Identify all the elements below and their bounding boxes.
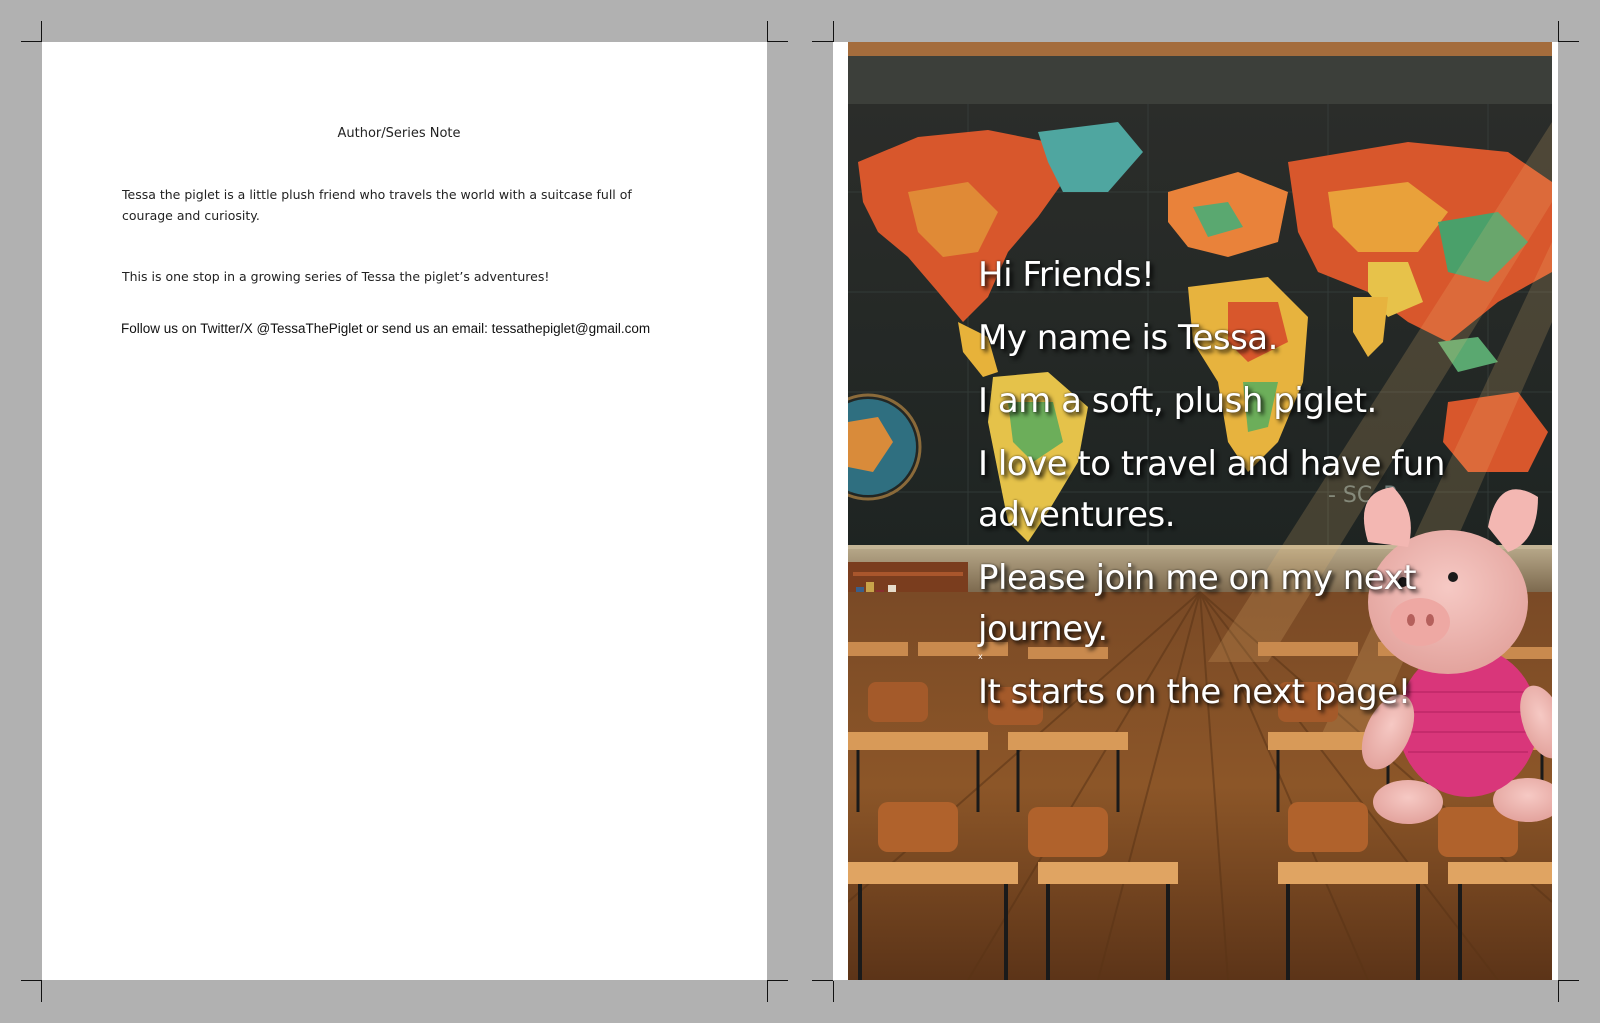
story-line-travel: I love to travel and have fun adventures…	[978, 444, 1445, 535]
crop-mark	[41, 981, 42, 1002]
crop-mark	[833, 981, 834, 1002]
crop-mark	[833, 21, 834, 42]
left-page: Author/Series Note Tessa the piglet is a…	[42, 42, 767, 980]
story-line-name: My name is Tessa.	[978, 318, 1278, 358]
crop-mark	[812, 980, 833, 981]
story-line-description: I am a soft, plush piglet.	[978, 381, 1377, 421]
crop-mark	[767, 41, 788, 42]
crop-mark	[1558, 41, 1579, 42]
series-description: Tessa the piglet is a little plush frien…	[122, 187, 632, 223]
story-line-next-page: It starts on the next page!	[978, 672, 1411, 712]
author-note-heading: Author/Series Note	[337, 126, 461, 141]
crop-mark	[1558, 980, 1579, 981]
book-spread: Author/Series Note Tessa the piglet is a…	[0, 0, 1600, 1023]
story-line-greeting: Hi Friends!	[978, 255, 1155, 295]
crop-mark	[21, 41, 42, 42]
crop-mark	[767, 980, 788, 981]
crop-mark	[41, 21, 42, 42]
crop-mark	[21, 980, 42, 981]
crop-mark	[767, 21, 768, 42]
series-note: This is one stop in a growing series of …	[122, 269, 550, 284]
story-text: Hi Friends! My name is Tessa. I am a sof…	[978, 250, 1538, 730]
crop-mark	[1558, 981, 1559, 1002]
crop-mark	[767, 981, 768, 1002]
classroom-illustration: - SC_P	[848, 42, 1552, 980]
story-line-invite: Please join me on my next journey.	[978, 558, 1417, 649]
crop-mark	[1558, 21, 1559, 42]
contact-line: Follow us on Twitter/X @TessaThePiglet o…	[121, 321, 651, 336]
small-mark: x	[978, 652, 983, 661]
crop-mark	[812, 41, 833, 42]
